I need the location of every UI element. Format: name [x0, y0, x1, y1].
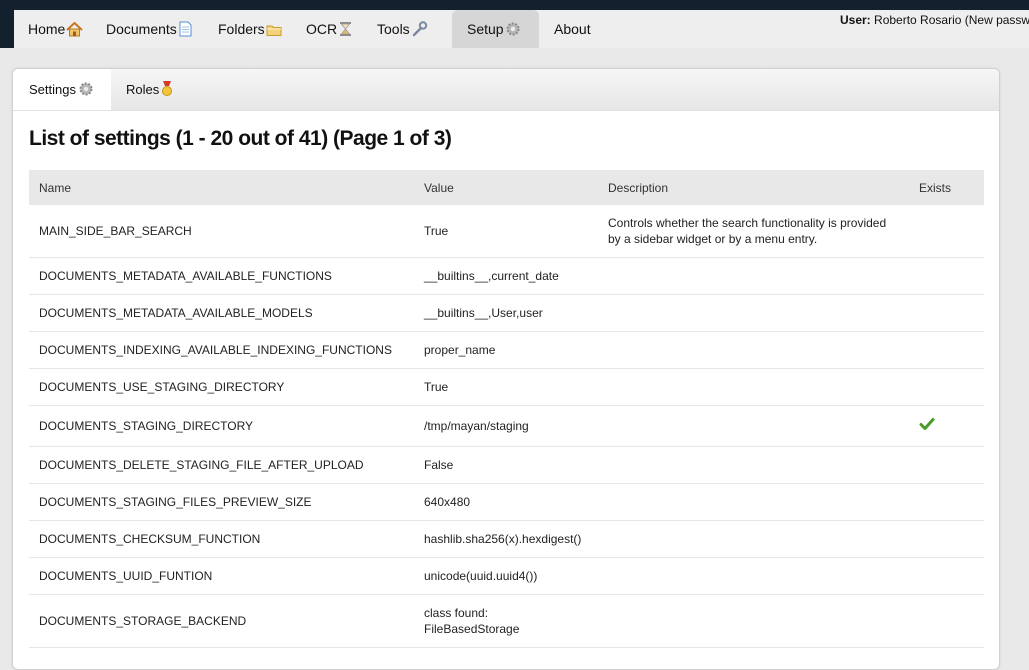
setting-value: class found: FileBasedStorage — [414, 594, 598, 648]
setting-description — [598, 294, 909, 332]
setting-exists — [909, 446, 984, 484]
nav-home-label: Home — [28, 21, 66, 37]
nav-about[interactable]: About — [554, 10, 591, 48]
hourglass-icon — [338, 13, 353, 51]
nav-setup[interactable]: Setup — [452, 10, 539, 48]
gear-icon — [78, 72, 94, 114]
nav-folders[interactable]: Folders — [218, 10, 283, 48]
setting-value: proper_name — [414, 331, 598, 369]
setting-description: Controls whether the search functionalit… — [598, 205, 909, 258]
setting-name: DOCUMENTS_CHECKSUM_FUNCTION — [29, 520, 414, 558]
table-row: DOCUMENTS_UUID_FUNTION unicode(uuid.uuid4… — [29, 557, 984, 595]
content-panel: Settings Roles List of settings (1 - 20 … — [12, 68, 1000, 670]
setting-description — [598, 594, 909, 648]
setting-name: DOCUMENTS_INDEXING_AVAILABLE_INDEXING_FU… — [29, 331, 414, 369]
setting-name: DOCUMENTS_DELETE_STAGING_FILE_AFTER_UPLO… — [29, 446, 414, 484]
user-info: User: Roberto Rosario (New passw — [840, 13, 1029, 27]
table-row: DOCUMENTS_STAGING_DIRECTORY/tmp/mayan/st… — [29, 405, 984, 447]
header-description[interactable]: Description — [598, 170, 909, 205]
setting-value: 640x480 — [414, 483, 598, 521]
nav-documents[interactable]: Documents — [106, 10, 193, 48]
medal-icon — [161, 72, 173, 114]
setting-description — [598, 331, 909, 369]
table-row: DOCUMENTS_USE_STAGING_DIRECTORY True — [29, 368, 984, 406]
document-icon — [178, 13, 193, 51]
setting-exists — [909, 368, 984, 406]
setting-name: DOCUMENTS_UUID_FUNTION — [29, 557, 414, 595]
setting-value: False — [414, 446, 598, 484]
nav-folders-label: Folders — [218, 21, 265, 37]
setting-description — [598, 405, 909, 447]
nav-ocr-label: OCR — [306, 21, 338, 37]
setting-value: hashlib.sha256(x).hexdigest() — [414, 520, 598, 558]
tab-roles[interactable]: Roles — [126, 69, 173, 110]
setting-name: DOCUMENTS_METADATA_AVAILABLE_MODELS — [29, 294, 414, 332]
table-row: DOCUMENTS_DELETE_STAGING_FILE_AFTER_UPLO… — [29, 446, 984, 484]
nav-setup-label: Setup — [467, 21, 504, 37]
table-row: DOCUMENTS_CHECKSUM_FUNCTION hashlib.sha25… — [29, 520, 984, 558]
table-row: DOCUMENTS_METADATA_AVAILABLE_FUNCTIONS __… — [29, 257, 984, 295]
setting-description — [598, 557, 909, 595]
setting-exists — [909, 294, 984, 332]
setting-name: MAIN_SIDE_BAR_SEARCH — [29, 205, 414, 258]
setting-name: DOCUMENTS_METADATA_AVAILABLE_FUNCTIONS — [29, 257, 414, 295]
header-exists[interactable]: Exists — [909, 170, 984, 205]
gear-icon — [505, 13, 521, 51]
setting-description — [598, 368, 909, 406]
setting-description — [598, 257, 909, 295]
user-name[interactable]: Roberto Rosario (New passw — [874, 13, 1029, 27]
tab-roles-label: Roles — [126, 82, 160, 97]
nav-ocr[interactable]: OCR — [306, 10, 353, 48]
checkmark-icon — [919, 417, 935, 434]
settings-table: Name Value Description Exists MAIN_SIDE_… — [29, 170, 984, 648]
wrench-icon — [411, 13, 428, 51]
folder-icon — [266, 13, 283, 51]
user-prefix: User: — [840, 13, 871, 27]
setting-exists — [909, 257, 984, 295]
setting-value: /tmp/mayan/staging — [414, 405, 598, 447]
home-icon — [66, 13, 84, 51]
setting-exists — [909, 594, 984, 648]
setting-name: DOCUMENTS_USE_STAGING_DIRECTORY — [29, 368, 414, 406]
table-row: MAIN_SIDE_BAR_SEARCH True Controls whether… — [29, 205, 984, 258]
setting-value: True — [414, 368, 598, 406]
header-value[interactable]: Value — [414, 170, 598, 205]
table-row: DOCUMENTS_METADATA_AVAILABLE_MODELS __bui… — [29, 294, 984, 332]
page-title: List of settings (1 - 20 out of 41) (Pag… — [29, 127, 452, 150]
tab-settings[interactable]: Settings — [13, 69, 111, 110]
setting-description — [598, 520, 909, 558]
setting-exists — [909, 331, 984, 369]
setting-exists — [909, 520, 984, 558]
tab-settings-label: Settings — [29, 82, 76, 97]
setting-description — [598, 483, 909, 521]
nav-about-label: About — [554, 21, 591, 37]
setting-name: DOCUMENTS_STORAGE_BACKEND — [29, 594, 414, 648]
setting-exists — [909, 405, 984, 447]
setting-name: DOCUMENTS_STAGING_FILES_PREVIEW_SIZE — [29, 483, 414, 521]
nav-tools-label: Tools — [377, 21, 410, 37]
setting-value: unicode(uuid.uuid4()) — [414, 557, 598, 595]
setting-name: DOCUMENTS_STAGING_DIRECTORY — [29, 405, 414, 447]
table-row: DOCUMENTS_STAGING_FILES_PREVIEW_SIZE 640x… — [29, 483, 984, 521]
setting-value: __builtins__,current_date — [414, 257, 598, 295]
nav-tools[interactable]: Tools — [377, 10, 428, 48]
table-row: DOCUMENTS_INDEXING_AVAILABLE_INDEXING_FU… — [29, 331, 984, 369]
setting-description — [598, 446, 909, 484]
table-row: DOCUMENTS_STORAGE_BACKEND class found: Fi… — [29, 594, 984, 648]
nav-documents-label: Documents — [106, 21, 177, 37]
setting-value: True — [414, 205, 598, 258]
table-header-row: Name Value Description Exists — [29, 170, 984, 205]
setting-exists — [909, 205, 984, 258]
setting-exists — [909, 557, 984, 595]
settings-table-body: MAIN_SIDE_BAR_SEARCH True Controls whether… — [29, 205, 984, 648]
header-name[interactable]: Name — [29, 170, 414, 205]
setting-value: __builtins__,User,user — [414, 294, 598, 332]
setting-exists — [909, 483, 984, 521]
nav-home[interactable]: Home — [28, 10, 84, 51]
